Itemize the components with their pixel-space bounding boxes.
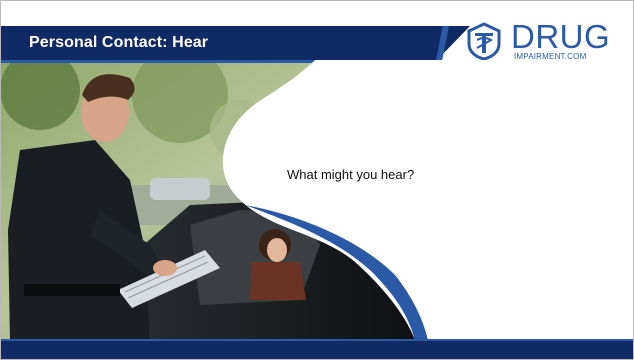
drug-impairment-logo: DRUG IMPAIRMENT.COM [465, 18, 625, 68]
logo-subtitle: IMPAIRMENT.COM [514, 52, 587, 61]
caduceus-icon [467, 22, 501, 60]
logo-wordmark: DRUG [511, 18, 611, 55]
slide: Personal Contact: Hear DRUG IMPAIRMENT.C… [0, 0, 634, 360]
question-text: What might you hear? [287, 167, 415, 182]
slide-title: Personal Contact: Hear [29, 34, 209, 51]
footer-bar [0, 341, 634, 360]
